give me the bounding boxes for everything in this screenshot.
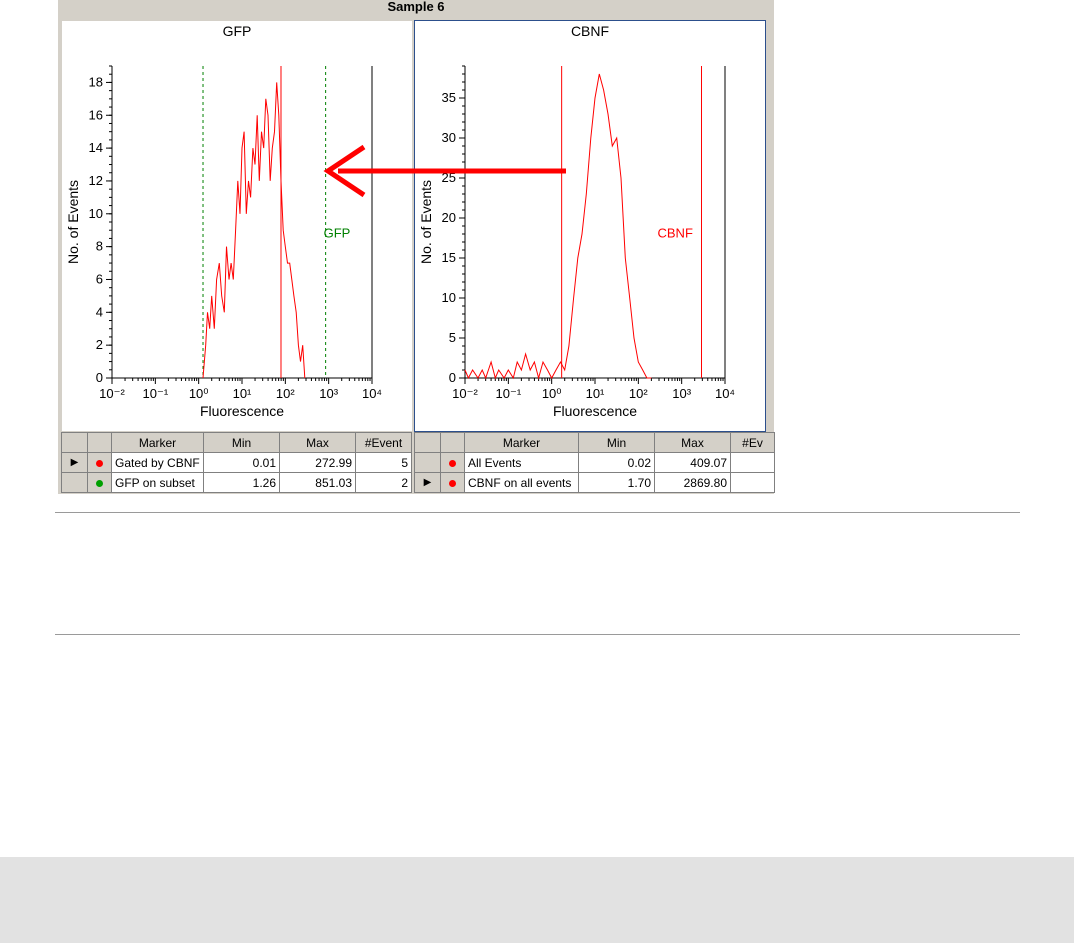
- marker-color-dot: [96, 479, 103, 487]
- y-tick-label: 14: [89, 140, 103, 155]
- x-tick-label: 10⁻¹: [496, 386, 522, 401]
- sample-title: Sample 6: [387, 0, 445, 14]
- y-tick-label: 15: [442, 250, 456, 265]
- y-tick-label: 25: [442, 170, 456, 185]
- cbnf-histogram-panel[interactable]: CBNF 0 5 10 15 20 25 30 35 10⁻² 10⁻¹ 10⁰ 10¹ 10² 10³ 1…: [414, 20, 766, 432]
- y-tick-label: 0: [96, 370, 103, 385]
- y-tick-label: 20: [442, 210, 456, 225]
- y-tick-label: 2: [96, 337, 103, 352]
- marker-label: GFP: [324, 226, 351, 241]
- x-tick-label: 10²: [629, 386, 648, 401]
- min-value-cell: 1.70: [578, 472, 655, 493]
- x-tick-label: 10¹: [586, 386, 605, 401]
- table-row[interactable]: ▶ Gated by CBNF 0.01 272.99 5: [61, 452, 412, 473]
- max-value-cell: 272.99: [279, 452, 356, 473]
- x-tick-label: 10⁴: [362, 386, 382, 401]
- y-tick-label: 0: [449, 370, 456, 385]
- y-tick-label: 8: [96, 239, 103, 254]
- marker-name-cell: CBNF on all events: [464, 472, 579, 493]
- row-pointer-cell: [414, 452, 441, 473]
- events-value-cell: 5: [355, 452, 412, 473]
- table-row[interactable]: All Events 0.02 409.07: [414, 452, 775, 473]
- max-value-cell: 851.03: [279, 472, 356, 493]
- min-value-cell: 0.02: [578, 452, 655, 473]
- events-column-header[interactable]: #Ev: [730, 432, 775, 453]
- row-pointer-cell: [61, 472, 88, 493]
- histogram-series-line: [202, 82, 306, 379]
- cbnf-histogram-chart: 0 5 10 15 20 25 30 35 10⁻² 10⁻¹ 10⁰ 10¹ 10² 10³ 10⁴ Flu…: [418, 65, 735, 419]
- y-tick-label: 18: [89, 74, 103, 89]
- marker-name-cell: All Events: [464, 452, 579, 473]
- row-gutter-header: [414, 432, 441, 453]
- x-tick-label: 10¹: [233, 386, 252, 401]
- y-tick-label: 6: [96, 271, 103, 286]
- color-column-header: [440, 432, 465, 453]
- y-tick-label: 35: [442, 90, 456, 105]
- gfp-histogram-panel[interactable]: GFP 0 2 4 6 8 10 12 14 16 18 10⁻² 10⁻¹ 10⁰ 10¹ 10² 10³ 1…: [61, 20, 413, 432]
- min-column-header[interactable]: Min: [203, 432, 280, 453]
- row-pointer-cell: ▶: [414, 472, 441, 493]
- marker-color-cell: [87, 452, 112, 473]
- min-column-header[interactable]: Min: [578, 432, 655, 453]
- histogram-series-line: [464, 73, 652, 380]
- x-tick-label: 10⁻²: [452, 386, 478, 401]
- table-row[interactable]: ▶ CBNF on all events 1.70 2869.80: [414, 472, 775, 493]
- events-value-cell: 2: [355, 472, 412, 493]
- footer-bar: [0, 857, 1074, 943]
- row-gutter-header: [61, 432, 88, 453]
- marker-column-header[interactable]: Marker: [111, 432, 204, 453]
- y-tick-label: 5: [449, 330, 456, 345]
- x-tick-label: 10⁴: [715, 386, 735, 401]
- flow-analysis-window: Sample 6 GFP 0 2 4 6 8 10 12 14 16 18 10⁻² 10⁻¹ 10⁰ 1…: [58, 0, 775, 494]
- y-tick-label: 4: [96, 304, 103, 319]
- max-value-cell: 2869.80: [654, 472, 731, 493]
- divider-top: [55, 512, 1020, 513]
- y-tick-label: 12: [89, 173, 103, 188]
- divider-bottom: [55, 634, 1020, 635]
- marker-color-cell: [440, 452, 465, 473]
- y-tick-label: 10: [89, 206, 103, 221]
- marker-name-cell: Gated by CBNF: [111, 452, 204, 473]
- row-pointer-cell: ▶: [61, 452, 88, 473]
- table-header-row: Marker Min Max #Event: [61, 432, 412, 453]
- x-tick-label: 10⁻²: [99, 386, 125, 401]
- x-tick-label: 10⁻¹: [143, 386, 169, 401]
- color-column-header: [87, 432, 112, 453]
- y-axis-label: No. of Events: [418, 180, 434, 264]
- table-row[interactable]: GFP on subset 1.26 851.03 2: [61, 472, 412, 493]
- max-value-cell: 409.07: [654, 452, 731, 473]
- marker-label: CBNF: [658, 226, 693, 241]
- events-column-header[interactable]: #Event: [355, 432, 412, 453]
- marker-color-dot: [449, 459, 456, 467]
- marker-color-cell: [87, 472, 112, 493]
- x-tick-label: 10⁰: [542, 386, 562, 401]
- max-column-header[interactable]: Max: [279, 432, 356, 453]
- x-axis-label: Fluorescence: [553, 403, 637, 419]
- cbnf-marker-table[interactable]: Marker Min Max #Ev All Events 0.02 409.07 ▶…: [414, 432, 775, 493]
- gfp-histogram-chart: 0 2 4 6 8 10 12 14 16 18 10⁻² 10⁻¹ 10⁰ 10¹ 10² 10³ 10⁴ Fl…: [65, 65, 382, 419]
- gfp-marker-table[interactable]: Marker Min Max #Event ▶ Gated by CBNF 0.01…: [61, 432, 412, 493]
- x-tick-label: 10⁰: [189, 386, 209, 401]
- y-axis-label: No. of Events: [65, 180, 81, 264]
- marker-color-cell: [440, 472, 465, 493]
- x-tick-label: 10³: [672, 386, 691, 401]
- x-axis-label: Fluorescence: [200, 403, 284, 419]
- min-value-cell: 1.26: [203, 472, 280, 493]
- y-tick-label: 16: [89, 107, 103, 122]
- x-tick-label: 10²: [276, 386, 295, 401]
- marker-color-dot: [449, 479, 456, 487]
- y-tick-label: 10: [442, 290, 456, 305]
- min-value-cell: 0.01: [203, 452, 280, 473]
- events-value-cell: [730, 452, 775, 473]
- max-column-header[interactable]: Max: [654, 432, 731, 453]
- marker-name-cell: GFP on subset: [111, 472, 204, 493]
- table-header-row: Marker Min Max #Ev: [414, 432, 775, 453]
- events-value-cell: [730, 472, 775, 493]
- marker-color-dot: [96, 459, 103, 467]
- marker-column-header[interactable]: Marker: [464, 432, 579, 453]
- y-tick-label: 30: [442, 130, 456, 145]
- x-tick-label: 10³: [319, 386, 338, 401]
